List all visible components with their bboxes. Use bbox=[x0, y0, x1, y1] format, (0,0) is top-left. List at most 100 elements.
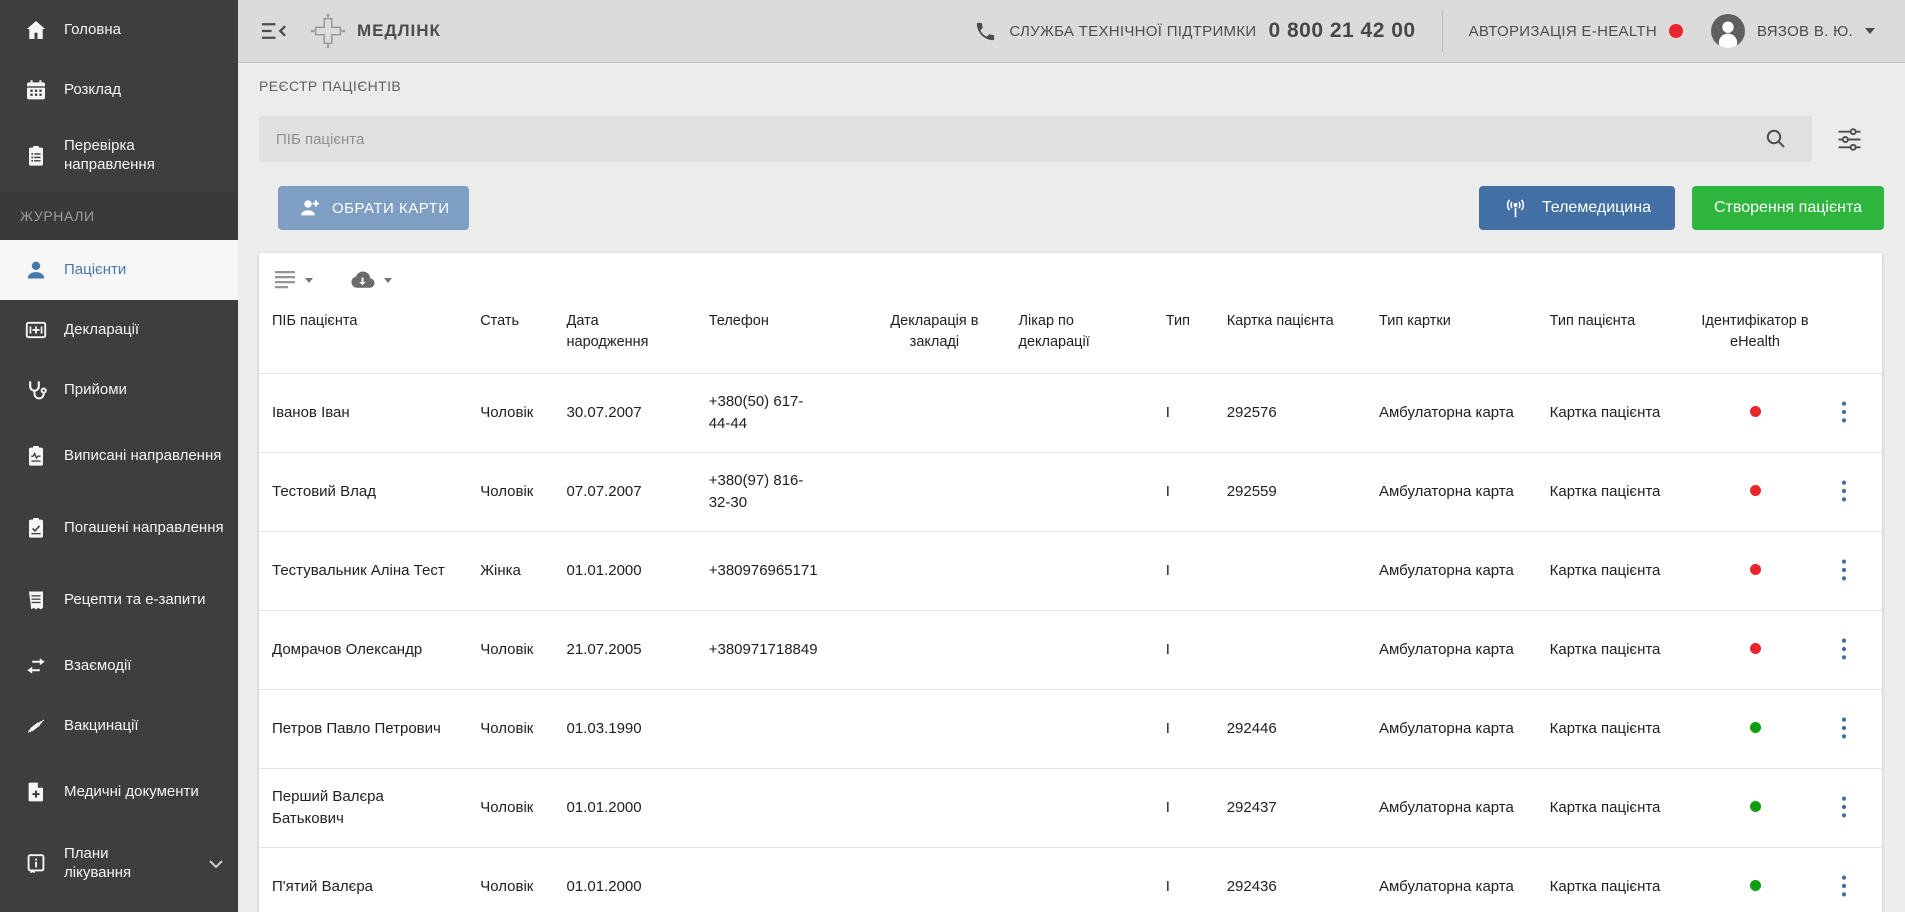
sidebar-item-medical-documents[interactable]: Медичні документи bbox=[0, 756, 238, 828]
search-icon bbox=[1764, 127, 1788, 151]
table-row[interactable]: П'ятий Валєра Чоловік 01.01.2000 I 29243… bbox=[259, 848, 1882, 912]
main-content: РЕЄСТР ПАЦІЄНТІВ ОБРАТИ КАРТИ Телемедици… bbox=[238, 64, 1905, 912]
sidebar-item-label: Медичні документи bbox=[64, 783, 199, 802]
column-header-gender: Стать bbox=[467, 297, 553, 374]
cell-card-number bbox=[1214, 611, 1366, 690]
table-row[interactable]: Петров Павло Петрович Чоловік 01.03.1990… bbox=[259, 690, 1882, 769]
ehealth-auth-label: АВТОРИЗАЦІЯ E-HEALTH bbox=[1469, 23, 1657, 40]
cell-type: I bbox=[1153, 611, 1214, 690]
stethoscope-icon bbox=[24, 378, 48, 402]
sidebar-item-batch-signing[interactable]: Пакетний підпис bbox=[0, 900, 238, 912]
density-menu-button[interactable] bbox=[275, 270, 313, 290]
cell-birth-date: 01.01.2000 bbox=[554, 848, 696, 912]
table-row[interactable]: Тестовий Влад Чоловік 07.07.2007 +380(97… bbox=[259, 453, 1882, 532]
support-phone: 0 800 21 42 00 bbox=[1268, 19, 1415, 43]
row-actions-button[interactable] bbox=[1834, 554, 1854, 589]
cell-ehealth-status bbox=[1689, 532, 1821, 611]
column-header-name: ПІБ пацієнта bbox=[259, 297, 467, 374]
cell-gender: Чоловік bbox=[467, 453, 553, 532]
sidebar-item-treatment-plans[interactable]: Плани лікування bbox=[0, 828, 238, 900]
cell-declaration bbox=[863, 690, 1005, 769]
column-header-ehealth-id: Ідентифікатор в eHealth bbox=[1689, 297, 1821, 374]
cell-patient-name: П'ятий Валєра bbox=[259, 848, 467, 912]
sidebar-item-label: Головна bbox=[64, 21, 121, 40]
table-row[interactable]: Домрачов Олександр Чоловік 21.07.2005 +3… bbox=[259, 611, 1882, 690]
sidebar-item-issued-referrals[interactable]: Виписані направлення bbox=[0, 420, 238, 492]
ehealth-status-dot bbox=[1750, 722, 1761, 733]
receipt-icon bbox=[24, 588, 48, 612]
cell-card-number: 292559 bbox=[1214, 453, 1366, 532]
user-menu[interactable]: ВЯЗОВ В. Ю. bbox=[1711, 14, 1875, 48]
cell-card-number bbox=[1214, 532, 1366, 611]
kebab-menu-icon bbox=[1840, 400, 1848, 424]
cell-birth-date: 01.01.2000 bbox=[554, 769, 696, 848]
support-label: СЛУЖБА ТЕХНІЧНОЇ ПІДТРИМКИ bbox=[1009, 23, 1256, 40]
cell-card-number: 292437 bbox=[1214, 769, 1366, 848]
filters-toggle-button[interactable] bbox=[1837, 127, 1862, 155]
cell-card-number: 292576 bbox=[1214, 374, 1366, 453]
cell-type: I bbox=[1153, 769, 1214, 848]
cell-card-number: 292446 bbox=[1214, 690, 1366, 769]
kebab-menu-icon bbox=[1840, 558, 1848, 582]
column-header-patient-type: Тип пацієнта bbox=[1537, 297, 1689, 374]
support-block: СЛУЖБА ТЕХНІЧНОЇ ПІДТРИМКИ 0 800 21 42 0… bbox=[974, 19, 1415, 43]
cell-birth-date: 21.07.2005 bbox=[554, 611, 696, 690]
book-info-icon bbox=[24, 852, 48, 876]
sidebar-item-patients[interactable]: Пацієнти bbox=[0, 240, 238, 300]
collapse-sidebar-button[interactable] bbox=[260, 20, 287, 42]
cell-patient-name: Тестовий Влад bbox=[259, 453, 467, 532]
sidebar-item-appointments[interactable]: Прийоми bbox=[0, 360, 238, 420]
row-actions-button[interactable] bbox=[1834, 791, 1854, 826]
ehealth-status-dot bbox=[1750, 880, 1761, 891]
sidebar-item-interactions[interactable]: Взаємодії bbox=[0, 636, 238, 696]
phone-icon bbox=[974, 20, 997, 43]
cell-declaration bbox=[863, 453, 1005, 532]
row-actions-button[interactable] bbox=[1834, 712, 1854, 747]
cell-card-type: Амбулаторна карта bbox=[1366, 532, 1537, 611]
row-actions-button[interactable] bbox=[1834, 870, 1854, 905]
row-actions-button[interactable] bbox=[1834, 396, 1854, 431]
cell-patient-name: Тестувальник Аліна Тест bbox=[259, 532, 467, 611]
ehealth-auth-block[interactable]: АВТОРИЗАЦІЯ E-HEALTH bbox=[1469, 23, 1683, 40]
cell-actions bbox=[1821, 690, 1882, 769]
sidebar-item-label: Плани лікування bbox=[64, 845, 148, 883]
cell-type: I bbox=[1153, 848, 1214, 912]
sidebar-item-home[interactable]: Головна bbox=[0, 0, 238, 60]
cell-actions bbox=[1821, 374, 1882, 453]
sidebar-item-referral-check[interactable]: Перевірка направлення bbox=[0, 120, 238, 192]
sidebar-item-label: Декларації bbox=[64, 321, 139, 340]
ehealth-status-dot bbox=[1750, 643, 1761, 654]
table-row[interactable]: Перший Валєра Батькович Чоловік 01.01.20… bbox=[259, 769, 1882, 848]
patients-table-card: ПІБ пацієнта Стать Дата народження Телеф… bbox=[259, 253, 1882, 912]
kebab-menu-icon bbox=[1840, 716, 1848, 740]
column-header-birth-date: Дата народження bbox=[554, 297, 696, 374]
create-patient-button[interactable]: Створення пацієнта bbox=[1692, 186, 1884, 230]
cell-doctor bbox=[1005, 532, 1152, 611]
sidebar-item-prescriptions[interactable]: Рецепти та е-запити bbox=[0, 564, 238, 636]
cell-actions bbox=[1821, 848, 1882, 912]
export-menu-button[interactable] bbox=[349, 269, 392, 291]
row-actions-button[interactable] bbox=[1834, 475, 1854, 510]
select-cards-button[interactable]: ОБРАТИ КАРТИ bbox=[278, 186, 469, 230]
sidebar-item-declarations[interactable]: Декларації bbox=[0, 300, 238, 360]
sidebar-item-vaccinations[interactable]: Вакцинації bbox=[0, 696, 238, 756]
cell-phone bbox=[696, 690, 864, 769]
cloud-download-icon bbox=[349, 269, 376, 291]
table-row[interactable]: Іванов Іван Чоловік 30.07.2007 +380(50) … bbox=[259, 374, 1882, 453]
cell-ehealth-status bbox=[1689, 611, 1821, 690]
cell-patient-name: Петров Павло Петрович bbox=[259, 690, 467, 769]
search-input[interactable] bbox=[259, 116, 1812, 162]
row-actions-button[interactable] bbox=[1834, 633, 1854, 668]
table-row[interactable]: Тестувальник Аліна Тест Жінка 01.01.2000… bbox=[259, 532, 1882, 611]
cell-card-type: Амбулаторна карта bbox=[1366, 690, 1537, 769]
cell-patient-name: Перший Валєра Батькович bbox=[259, 769, 467, 848]
cell-type: I bbox=[1153, 532, 1214, 611]
sidebar-item-schedule[interactable]: Розклад bbox=[0, 60, 238, 120]
cell-gender: Чоловік bbox=[467, 690, 553, 769]
telemedicine-button[interactable]: Телемедицина bbox=[1479, 186, 1675, 230]
sidebar-item-redeemed-referrals[interactable]: Погашені направлення bbox=[0, 492, 238, 564]
cell-patient-name: Іванов Іван bbox=[259, 374, 467, 453]
ehealth-auth-status-dot bbox=[1669, 24, 1683, 38]
search-button[interactable] bbox=[1764, 127, 1788, 154]
collapse-menu-icon bbox=[260, 20, 287, 42]
